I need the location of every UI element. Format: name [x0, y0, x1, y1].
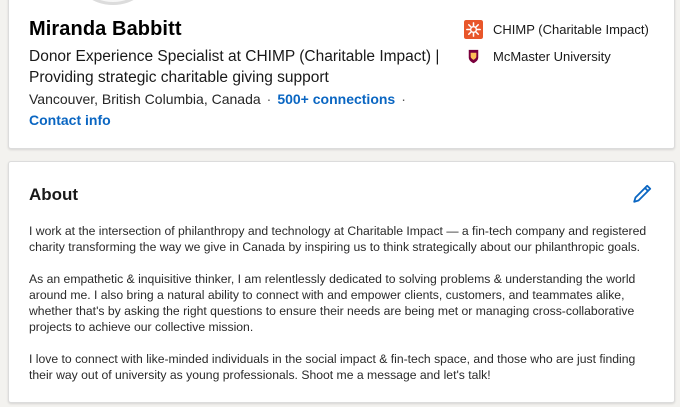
mcmaster-crest-icon: [464, 47, 483, 66]
profile-headline: Donor Experience Specialist at CHIMP (Ch…: [29, 48, 440, 86]
profile-location: Vancouver, British Columbia, Canada: [29, 91, 261, 107]
contact-info-link[interactable]: Contact info: [29, 112, 111, 128]
separator-dot: ·: [266, 91, 272, 107]
chimp-logo-icon: [464, 20, 483, 39]
about-paragraph: As an empathetic & inquisitive thinker, …: [29, 272, 636, 334]
about-card: About I work at the intersection of phil…: [8, 161, 675, 403]
profile-meta: Vancouver, British Columbia, Canada · 500+…: [29, 91, 412, 107]
org-item-chimp[interactable]: CHIMP (Charitable Impact): [464, 20, 649, 39]
about-title: About: [29, 185, 79, 204]
about-paragraph: I love to connect with like-minded indiv…: [29, 352, 636, 382]
about-text: I work at the intersection of philanthro…: [29, 223, 654, 399]
about-paragraph: I work at the intersection of philanthro…: [29, 224, 647, 254]
profile-card: Miranda Babbitt Donor Experience Special…: [8, 0, 675, 149]
separator-dot: ·: [401, 91, 406, 107]
org-name: McMaster University: [493, 49, 611, 64]
org-item-mcmaster[interactable]: McMaster University: [464, 47, 611, 66]
org-name: CHIMP (Charitable Impact): [493, 22, 649, 37]
avatar[interactable]: [73, 0, 153, 5]
profile-name: Miranda Babbitt: [29, 18, 182, 40]
pencil-icon[interactable]: [630, 182, 654, 206]
connections-link[interactable]: 500+ connections: [277, 91, 395, 107]
